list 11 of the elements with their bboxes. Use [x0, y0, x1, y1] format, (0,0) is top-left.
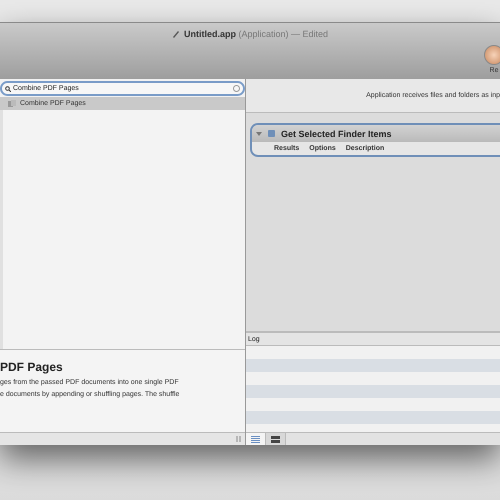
search-icon — [5, 86, 11, 92]
window-title: Untitled.app (Application) — Edited — [184, 29, 328, 39]
resize-grip-icon[interactable] — [236, 436, 241, 442]
view-toggle[interactable] — [246, 433, 266, 445]
list-icon — [251, 436, 260, 442]
disclosure-triangle-icon[interactable] — [256, 130, 262, 136]
action-title: Get Selected Finder Items — [281, 128, 392, 138]
action-description-title: PDF Pages — [0, 360, 64, 374]
view-toggle[interactable] — [266, 433, 286, 445]
clear-icon[interactable] — [233, 85, 240, 92]
rows-icon — [271, 436, 280, 442]
